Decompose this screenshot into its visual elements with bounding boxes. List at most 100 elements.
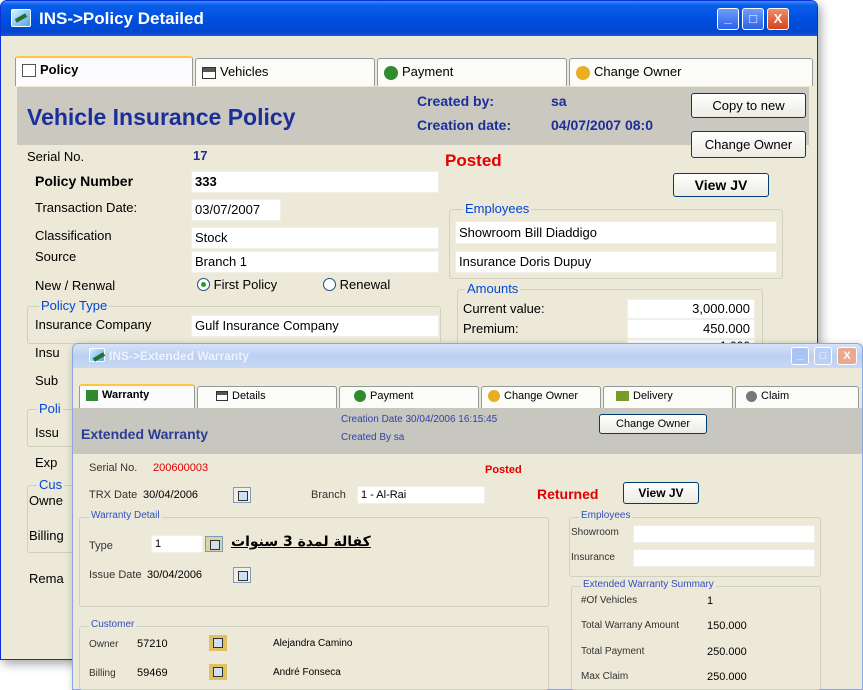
tab-policy[interactable]: Policy [15,56,193,86]
billing-lookup-icon[interactable] [209,664,227,680]
warranty-serial-value: 200600003 [153,462,209,474]
tab-claim[interactable]: Claim [735,386,859,408]
warranty-view-jv-button[interactable]: View JV [623,482,699,504]
billing-code[interactable]: 59469 [137,667,168,679]
minimize-button[interactable]: _ [717,8,739,30]
minimize-button[interactable]: _ [791,347,809,365]
source-label: Source [35,249,77,264]
warranty-detail-group [79,517,549,607]
showroom-field[interactable]: Showroom Bill Diaddigo [455,221,777,244]
person-icon [488,390,500,403]
amounts-legend: Amounts [465,281,521,296]
sub-cut-label: Sub [35,373,59,388]
warranty-creation-date: Creation Date 30/04/2006 16:15:45 [341,414,498,425]
billing-cut-label: Billing [29,528,64,543]
creation-date-value: 04/07/2007 08:0 [551,117,653,133]
app-icon [11,9,31,27]
policy-type-legend: Policy Type [39,298,110,313]
max-claim-value: 250.000 [707,671,747,683]
lookup-icon[interactable] [205,536,223,552]
insu-cut-label: Insu [35,345,60,360]
policy-number-field[interactable]: 333 [191,171,439,193]
owner-label: Owner [89,639,119,650]
trx-date-label: TRX Date [89,489,138,501]
created-by-label: Created by: [417,93,495,109]
insurance-employee-field[interactable]: Insurance Doris Dupuy [455,251,777,273]
tab-details[interactable]: Details [197,386,337,408]
type-field[interactable]: 1 [151,535,203,553]
customer-legend: Customer [89,619,137,630]
renewal-radio[interactable]: Renewal [323,277,390,292]
policy-tabbar: Policy Vehicles Payment Change Owner [5,56,813,86]
tab-payment[interactable]: Payment [377,58,567,86]
policy-titlebar[interactable]: INS->Policy Detailed _ □ X [1,1,817,36]
premium-field[interactable]: 450.000 [627,319,755,339]
owner-lookup-icon[interactable] [209,635,227,651]
classification-field[interactable]: Stock [191,227,439,249]
close-button[interactable]: X [767,8,789,30]
warranty-titlebar[interactable]: INS->Extended Warranty _ □ X [73,344,862,368]
transaction-date-field[interactable]: 03/07/2007 [191,199,281,221]
tab-change-owner[interactable]: Change Owner [569,58,813,86]
page-title: Vehicle Insurance Policy [27,104,296,130]
owne-label: Owne [29,493,63,508]
first-policy-radio[interactable]: First Policy [197,277,277,292]
tab-payment[interactable]: Payment [339,386,479,408]
warranty-returned: Returned [537,486,599,502]
copy-to-new-button[interactable]: Copy to new [691,93,806,118]
source-field[interactable]: Branch 1 [191,251,439,273]
delivery-icon [616,391,629,402]
current-value-field[interactable]: 3,000.000 [627,299,755,319]
radio-unchecked-icon [323,278,336,291]
total-payment-label: Total Payment [581,646,645,657]
warranty-summary-legend: Extended Warranty Summary [581,579,716,590]
maximize-button[interactable]: □ [742,8,764,30]
vehicles-count-value: 1 [707,595,714,607]
branch-field[interactable]: 1 - Al-Rai [357,486,485,504]
tab-vehicles[interactable]: Vehicles [195,58,375,86]
warranty-serial-label: Serial No. [89,462,138,474]
trx-date-value[interactable]: 30/04/2006 [143,489,198,501]
maximize-button[interactable]: □ [814,347,832,365]
warranty-page-title: Extended Warranty [81,426,209,442]
total-payment-value: 250.000 [707,646,747,658]
insurance-company-field[interactable]: Gulf Insurance Company [191,315,439,337]
max-claim-label: Max Claim [581,671,629,682]
vehicles-icon [202,66,216,79]
current-value-label: Current value: [463,301,545,316]
serial-label: Serial No. [27,149,85,164]
person-icon [576,65,590,80]
classification-label: Classification [35,228,112,243]
insurance-company-label: Insurance Company [35,317,152,332]
warranty-insurance-field[interactable] [633,549,815,567]
exp-label: Exp [35,455,58,470]
branch-label: Branch [311,489,346,501]
close-button[interactable]: X [837,347,857,365]
warranty-icon [86,389,98,401]
policy-header: Vehicle Insurance Policy Created by: sa … [17,87,809,158]
calendar-icon[interactable] [233,567,251,583]
owner-code[interactable]: 57210 [137,638,168,650]
tab-delivery[interactable]: Delivery [603,386,733,408]
warranty-window-title: INS->Extended Warranty [109,349,249,363]
change-owner-button[interactable]: Change Owner [691,131,806,158]
warranty-change-owner-button[interactable]: Change Owner [599,414,707,434]
warranty-tabbar: Warranty Details Payment Change Owner De… [77,384,859,408]
warranty-insurance-label: Insurance [571,552,615,563]
type-label: Type [89,540,113,552]
policy-icon [22,64,36,78]
warranty-showroom-field[interactable] [633,525,815,543]
warranty-created-by: Created By sa [341,432,405,443]
vehicles-count-label: #Of Vehicles [581,595,638,606]
calendar-icon[interactable] [233,487,251,503]
employees-legend: Employees [463,201,532,216]
policy-number-label: Policy Number [35,173,134,189]
details-icon [216,391,228,402]
tab-warranty[interactable]: Warranty [79,384,195,408]
issue-date-value[interactable]: 30/04/2006 [147,569,202,581]
creation-date-label: Creation date: [417,117,512,133]
view-jv-button[interactable]: View JV [673,173,769,197]
tab-change-owner[interactable]: Change Owner [481,386,601,408]
owner-name: Alejandra Camino [273,638,353,649]
serial-value: 17 [193,148,208,163]
